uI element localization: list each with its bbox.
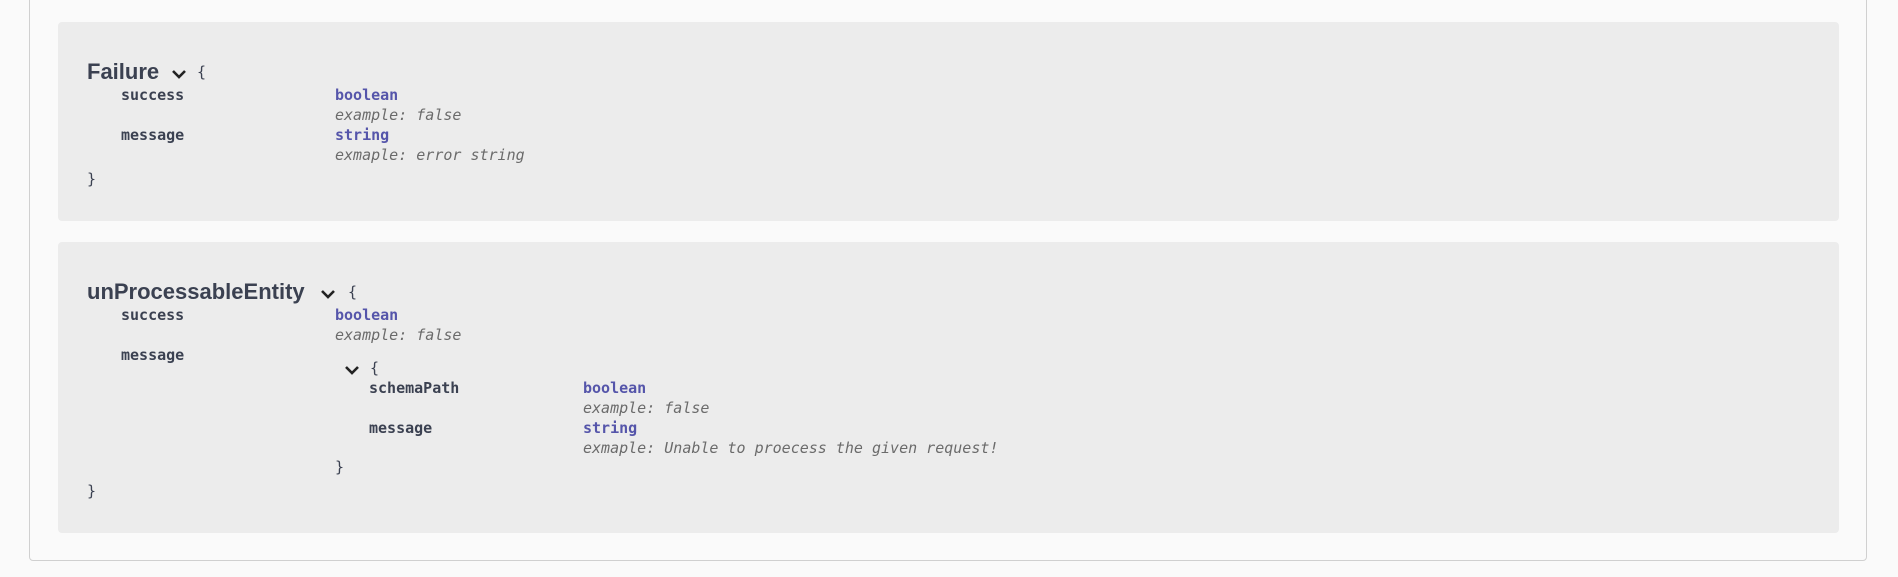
property-type: boolean bbox=[335, 306, 399, 324]
property-type: boolean bbox=[335, 86, 399, 104]
nested-property-name: message bbox=[369, 419, 433, 437]
chevron-down-icon[interactable] bbox=[320, 288, 336, 300]
property-example: example: false bbox=[335, 106, 462, 124]
nested-property-name: schemaPath bbox=[369, 379, 460, 397]
property-name: success bbox=[121, 306, 185, 324]
property-type: string bbox=[335, 126, 390, 144]
close-brace: } bbox=[87, 482, 97, 500]
model-failure: Failure { success boolean example: false… bbox=[58, 22, 1839, 221]
close-brace: } bbox=[87, 170, 97, 188]
nested-property-type: string bbox=[583, 419, 638, 437]
property-name: message bbox=[121, 126, 185, 144]
model-title[interactable]: Failure bbox=[87, 59, 159, 85]
open-brace: { bbox=[197, 63, 207, 81]
property-example: example: false bbox=[335, 326, 462, 344]
chevron-down-icon[interactable] bbox=[344, 364, 360, 376]
nested-property-example: exmaple: Unable to proecess the given re… bbox=[583, 439, 999, 457]
open-brace: { bbox=[348, 283, 358, 301]
nested-close-brace: } bbox=[335, 458, 345, 476]
property-example: exmaple: error string bbox=[335, 146, 525, 164]
model-unprocessable-entity: unProcessableEntity { success boolean ex… bbox=[58, 242, 1839, 533]
nested-open-brace: { bbox=[370, 359, 380, 377]
property-name: success bbox=[121, 86, 185, 104]
nested-property-example: example: false bbox=[583, 399, 710, 417]
property-name: message bbox=[121, 346, 185, 364]
model-title[interactable]: unProcessableEntity bbox=[87, 279, 305, 305]
nested-property-type: boolean bbox=[583, 379, 647, 397]
chevron-down-icon[interactable] bbox=[171, 68, 187, 80]
